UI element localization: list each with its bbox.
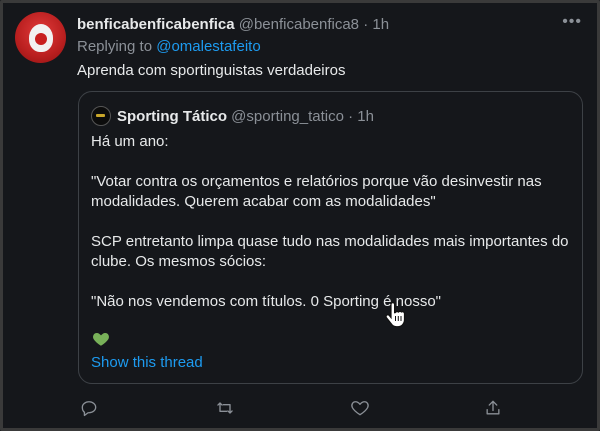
benfica-crest-icon [28,23,53,52]
quote-display-name: Sporting Tático [117,107,227,125]
hand-pointer-cursor-icon [385,302,406,328]
user-handle[interactable]: @benficabenfica8 [239,16,359,33]
quote-line: "Não nos vendemos com títulos. 0 Sportin… [91,293,442,310]
quote-line: Há um ano: [91,133,169,150]
quote-line: SCP entretanto limpa quase tudo nas moda… [91,233,569,270]
quote-line: "Votar contra os orçamentos e relatórios… [91,173,542,210]
like-icon[interactable] [350,398,370,418]
quote-avatar [91,106,111,126]
tweet-header: benficabenficabenfica @benficabenfica8 ·… [77,16,389,33]
replying-prefix: Replying to [77,38,153,55]
reply-icon[interactable] [79,398,99,418]
quote-timestamp: · 1h [348,107,374,125]
quote-text: Há um ano: "Votar contra os orçamentos e… [91,132,571,312]
green-heart-icon [93,333,109,346]
replying-to: Replying to @omalestafeito [77,38,261,55]
more-icon[interactable]: ••• [562,13,582,31]
quote-handle: @sporting_tatico [231,107,344,125]
show-thread-link[interactable]: Show this thread [91,354,203,371]
timestamp[interactable]: · 1h [363,16,389,33]
avatar[interactable] [15,12,66,63]
quoted-tweet[interactable]: Sporting Tático @sporting_tatico · 1h Há… [78,91,583,384]
quote-header: Sporting Tático @sporting_tatico · 1h [91,106,374,126]
tweet-text: Aprenda com sportinguistas verdadeiros [77,62,346,79]
tweet-actions [0,398,600,420]
retweet-icon[interactable] [215,398,235,418]
display-name[interactable]: benficabenficabenfica [77,16,235,33]
share-icon[interactable] [483,398,503,418]
replying-handle-link[interactable]: @omalestafeito [156,38,260,55]
